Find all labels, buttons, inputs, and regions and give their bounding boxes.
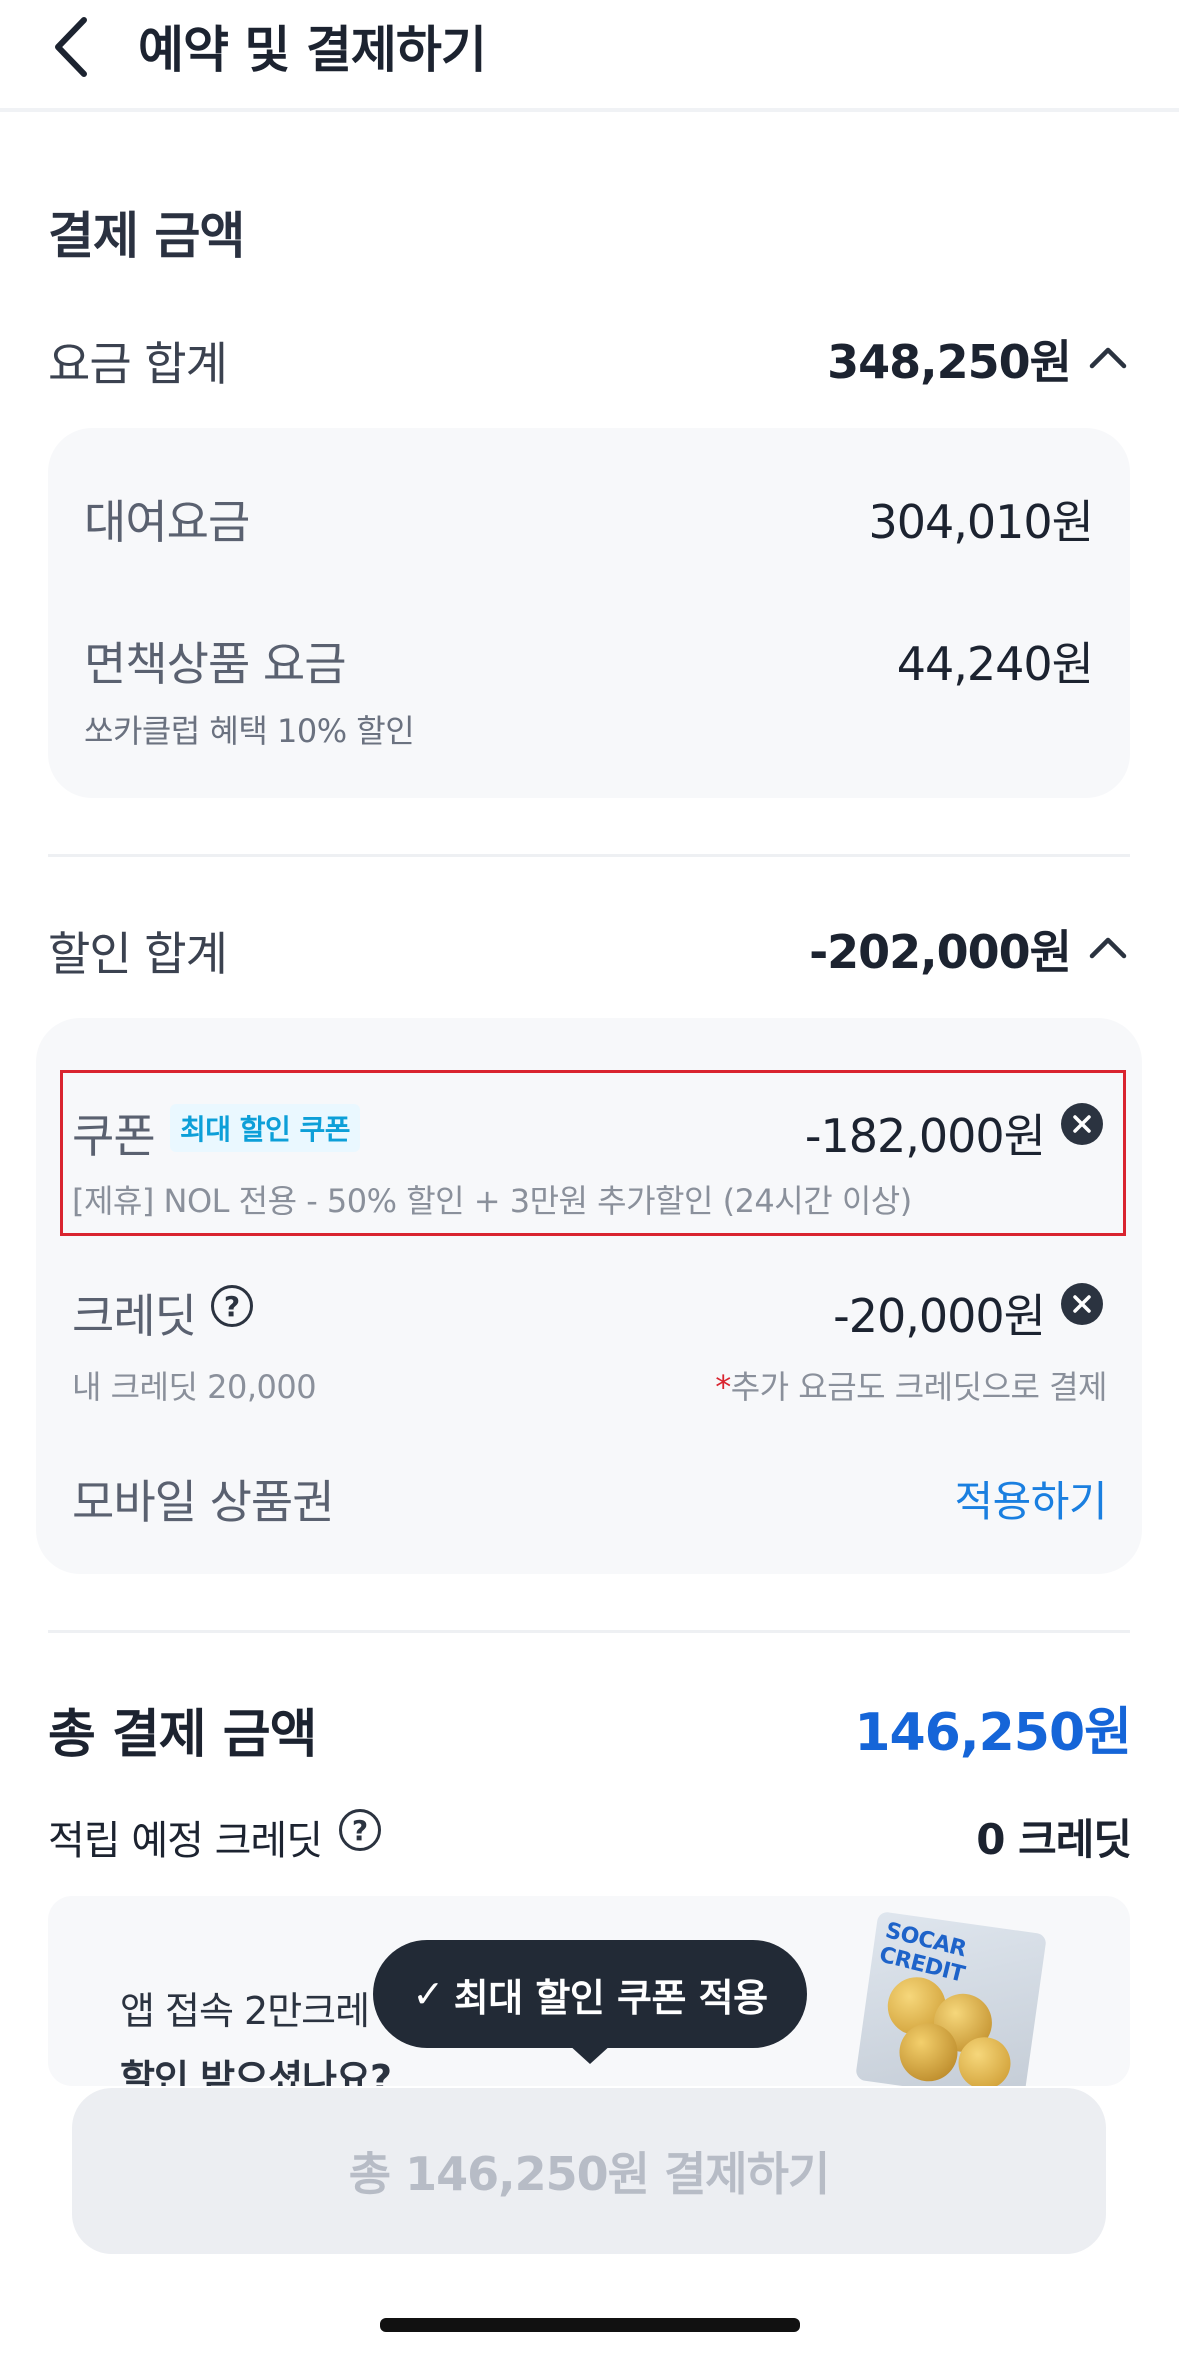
payment-section-title: 결제 금액 [48, 207, 245, 265]
remove-credit-button[interactable] [1061, 1283, 1103, 1325]
discount-total-label: 할인 합계 [48, 927, 228, 981]
fare-total-label: 요금 합계 [48, 337, 228, 391]
credit-note-text: 추가 요금도 크레딧으로 결제 [730, 1368, 1108, 1406]
credit-label: 크레딧 [72, 1289, 197, 1343]
close-icon [1073, 1115, 1091, 1133]
close-icon [1073, 1295, 1091, 1313]
remove-coupon-button[interactable] [1061, 1103, 1103, 1145]
insurance-fee-value: 44,240원 [896, 637, 1094, 691]
divider [48, 854, 1130, 857]
coupon-applied-toast: ✓ 최대 할인 쿠폰 적용 [373, 1940, 807, 2048]
credit-balance: 내 크레딧 20,000 [72, 1368, 317, 1406]
coupon-label: 쿠폰 [72, 1109, 156, 1163]
page-title: 예약 및 결제하기 [138, 21, 487, 79]
credit-value: -20,000원 [833, 1289, 1046, 1343]
toast-pointer [568, 2044, 612, 2064]
coupon-value: -182,000원 [804, 1109, 1046, 1163]
insurance-fee-label: 면책상품 요금 [84, 637, 347, 691]
divider [48, 1630, 1130, 1633]
earn-credit-label: 적립 예정 크레딧 [48, 1818, 323, 1864]
required-mark: * [715, 1368, 731, 1406]
back-button[interactable] [40, 12, 100, 82]
earn-credit-help-icon[interactable]: ? [339, 1809, 381, 1851]
chevron-up-icon[interactable] [1088, 928, 1128, 968]
fare-total-value: 348,250원 [827, 335, 1072, 389]
insurance-discount-note: 쏘카클럽 혜택 10% 할인 [84, 712, 415, 750]
toast-text: 최대 할인 쿠폰 적용 [453, 1975, 768, 2020]
socar-credit-image: SOCAR CREDIT [854, 1910, 1048, 2086]
max-discount-badge: 최대 할인 쿠폰 [170, 1104, 361, 1152]
home-indicator [380, 2318, 800, 2332]
chevron-up-icon[interactable] [1088, 338, 1128, 378]
credit-note: *추가 요금도 크레딧으로 결제 [715, 1362, 1107, 1408]
total-payment-label: 총 결제 금액 [48, 1705, 317, 1765]
promo-line-1: 앱 접속 2만크레 [120, 1989, 370, 2033]
chevron-left-icon [55, 17, 87, 77]
check-icon: ✓ [412, 1972, 444, 2016]
discount-total-value: -202,000원 [809, 925, 1072, 979]
pay-button[interactable]: 총 146,250원 결제하기 [72, 2088, 1106, 2254]
promo-line-2: 할인 받으셨나요? [120, 2057, 392, 2086]
rental-fee-value: 304,010원 [868, 495, 1094, 549]
earn-credit-value: 0 크레딧 [976, 1815, 1132, 1864]
rental-fee-label: 대여요금 [84, 495, 250, 549]
credit-help-icon[interactable]: ? [211, 1285, 253, 1327]
apply-voucher-link[interactable]: 적용하기 [954, 1468, 1107, 1529]
total-payment-value: 146,250원 [854, 1703, 1132, 1763]
voucher-label: 모바일 상품권 [72, 1475, 335, 1529]
coupon-description: [제휴] NOL 전용 - 50% 할인 + 3만원 추가할인 (24시간 이상… [72, 1182, 912, 1220]
